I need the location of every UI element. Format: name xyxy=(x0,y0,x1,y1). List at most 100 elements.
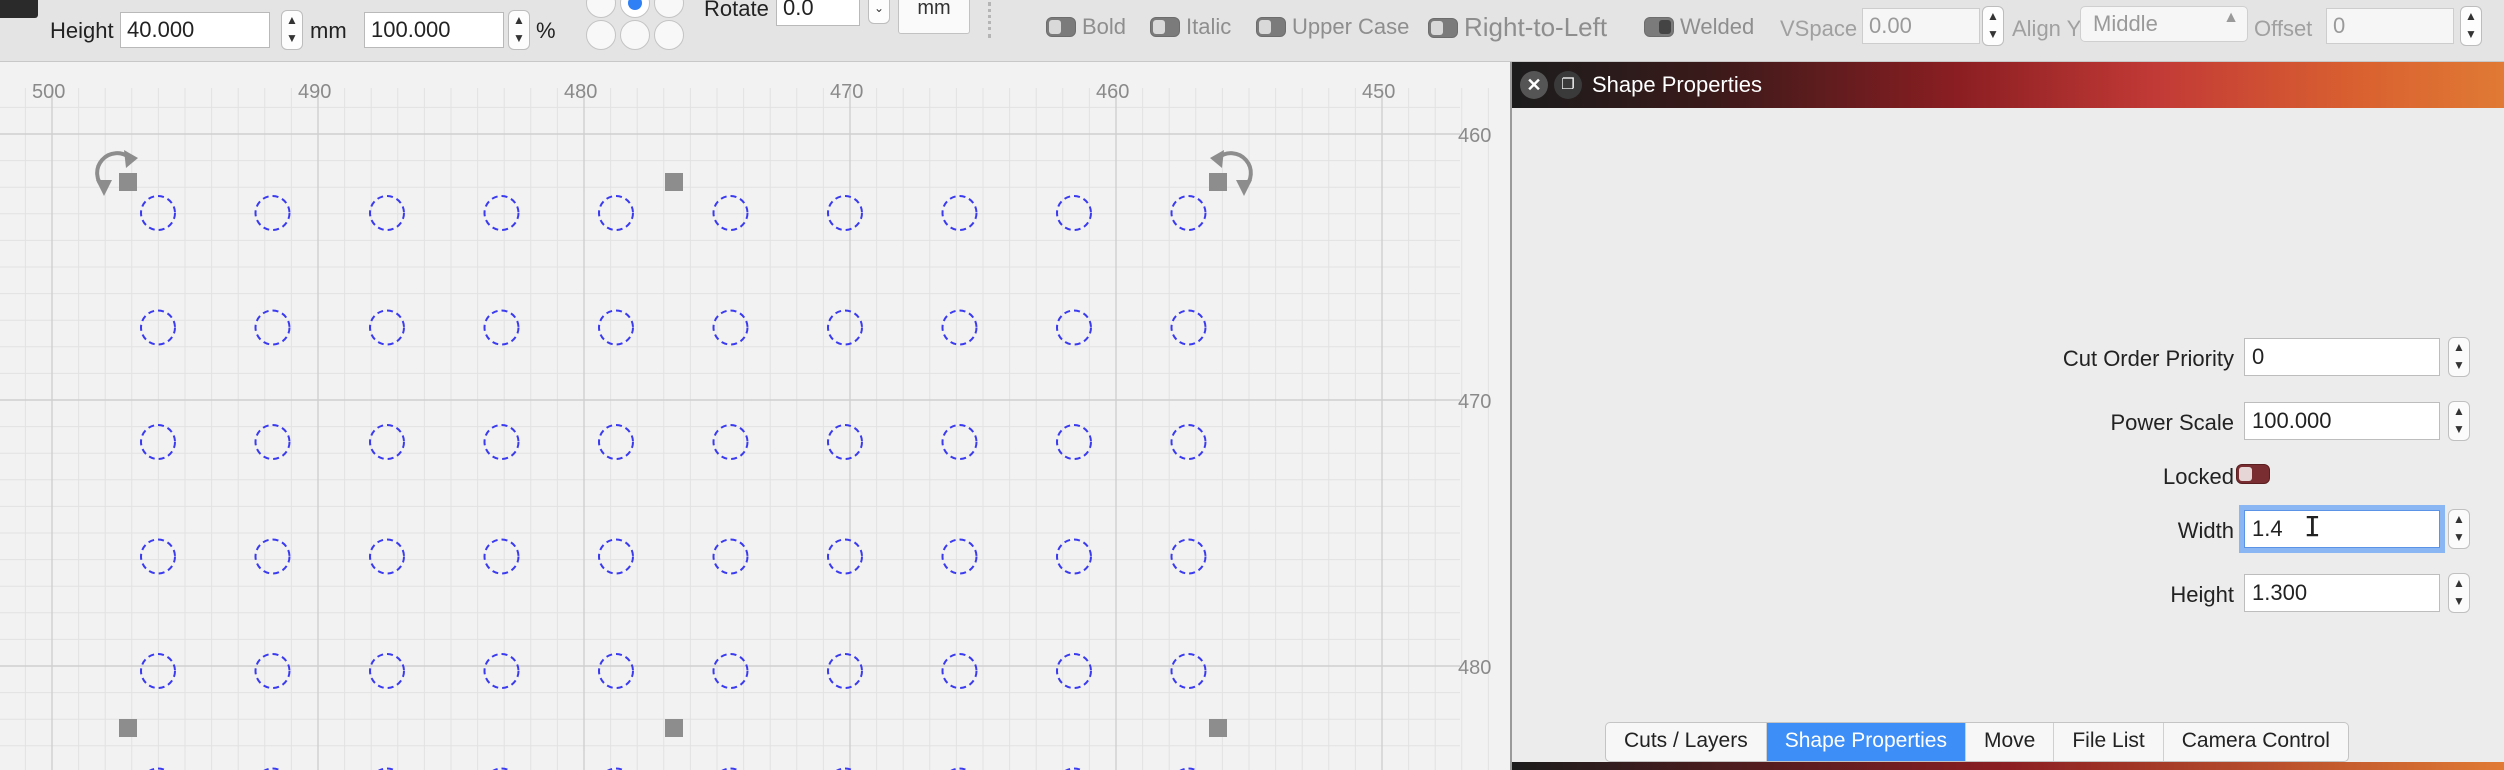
rotate-input[interactable] xyxy=(776,0,860,26)
rtl-toggle[interactable]: Right-to-Left xyxy=(1428,12,1607,43)
height-input[interactable] xyxy=(2244,574,2440,612)
circle-shape[interactable] xyxy=(1056,309,1092,346)
tool-icon[interactable] xyxy=(0,0,38,18)
offset-stepper[interactable]: ▲ ▼ xyxy=(2460,6,2482,46)
circle-shape[interactable] xyxy=(1170,653,1207,689)
circle-shape[interactable] xyxy=(1170,424,1207,460)
aligny-select[interactable]: Middle ▲ xyxy=(2080,6,2248,42)
tab-file-list[interactable]: File List xyxy=(2054,723,2164,761)
major-grid xyxy=(0,88,1460,770)
anchor-top-left-button[interactable] xyxy=(586,0,616,18)
resize-handle[interactable] xyxy=(1209,173,1227,191)
circle-shape[interactable] xyxy=(369,538,405,575)
circle-shape[interactable] xyxy=(827,653,863,689)
locked-toggle[interactable] xyxy=(2236,464,2270,484)
rotate-dropdown[interactable]: ⌄ xyxy=(868,0,890,24)
aligny-value: Middle xyxy=(2093,11,2158,36)
unit-button[interactable]: mm xyxy=(898,0,970,34)
circle-shape[interactable] xyxy=(598,309,634,346)
circle-shape[interactable] xyxy=(483,653,520,689)
circle-shape[interactable] xyxy=(827,424,863,460)
circle-shape[interactable] xyxy=(254,653,291,689)
tab-cuts-layers[interactable]: Cuts / Layers xyxy=(1606,723,1767,761)
width-stepper[interactable]: ▲ ▼ xyxy=(2448,509,2470,549)
vspace-stepper[interactable]: ▲ ▼ xyxy=(1982,6,2004,46)
circle-shape[interactable] xyxy=(941,195,978,231)
resize-handle[interactable] xyxy=(665,173,683,191)
scale-input[interactable] xyxy=(364,12,504,48)
uppercase-toggle[interactable]: Upper Case xyxy=(1256,14,1409,40)
height-input[interactable] xyxy=(120,12,270,48)
circle-shape[interactable] xyxy=(1056,653,1092,689)
circle-shape[interactable] xyxy=(712,653,749,689)
circle-shape[interactable] xyxy=(254,538,291,575)
design-canvas[interactable]: 500 490 480 470 460 450 460 470 480 xyxy=(0,62,1510,770)
canvas-drawing[interactable]: 500 490 480 470 460 450 460 470 480 xyxy=(0,62,1510,770)
circle-shape[interactable] xyxy=(598,653,634,689)
circle-shape[interactable] xyxy=(483,309,520,346)
resize-handle[interactable] xyxy=(1209,719,1227,737)
circle-shape[interactable] xyxy=(827,195,863,231)
width-input[interactable] xyxy=(2239,505,2445,553)
tab-camera-control[interactable]: Camera Control xyxy=(2164,723,2348,761)
panel-titlebar[interactable]: ✕ ❐ Shape Properties xyxy=(1512,62,2504,108)
cut-order-input[interactable] xyxy=(2244,338,2440,376)
circle-shape[interactable] xyxy=(1170,538,1207,575)
circle-shape[interactable] xyxy=(369,195,405,231)
circle-shape[interactable] xyxy=(598,538,634,575)
circle-shape[interactable] xyxy=(598,195,634,231)
circle-shape[interactable] xyxy=(369,653,405,689)
offset-input[interactable] xyxy=(2326,8,2454,44)
circle-shape[interactable] xyxy=(712,538,749,575)
vertical-ruler: 460 470 480 xyxy=(1458,125,1491,679)
circle-shape[interactable] xyxy=(369,309,405,346)
circle-shape[interactable] xyxy=(1170,195,1207,231)
italic-toggle[interactable]: Italic xyxy=(1150,14,1231,40)
circle-shape[interactable] xyxy=(941,424,978,460)
rotate-label: Rotate xyxy=(704,0,769,21)
bold-toggle[interactable]: Bold xyxy=(1046,14,1126,40)
circle-shape[interactable] xyxy=(712,309,749,346)
close-icon[interactable]: ✕ xyxy=(1520,71,1548,99)
tab-shape-properties[interactable]: Shape Properties xyxy=(1766,723,1966,761)
anchor-middle-right-button[interactable] xyxy=(654,20,684,50)
circle-shape[interactable] xyxy=(598,424,634,460)
height-stepper[interactable]: ▲ ▼ xyxy=(2448,573,2470,613)
float-window-icon[interactable]: ❐ xyxy=(1554,71,1582,99)
anchor-top-center-button[interactable] xyxy=(620,0,650,18)
welded-toggle[interactable]: Welded xyxy=(1644,14,1754,40)
circle-shape[interactable] xyxy=(712,195,749,231)
height-stepper[interactable]: ▲ ▼ xyxy=(281,10,303,50)
resize-handle[interactable] xyxy=(119,173,137,191)
shape-array[interactable] xyxy=(140,195,1207,770)
cut-order-stepper[interactable]: ▲ ▼ xyxy=(2448,337,2470,377)
vspace-input[interactable] xyxy=(1862,8,1980,44)
circle-shape[interactable] xyxy=(941,538,978,575)
circle-shape[interactable] xyxy=(369,424,405,460)
circle-shape[interactable] xyxy=(941,653,978,689)
circle-shape[interactable] xyxy=(712,424,749,460)
circle-shape[interactable] xyxy=(1056,424,1092,460)
circle-shape[interactable] xyxy=(483,195,520,231)
resize-handle[interactable] xyxy=(119,719,137,737)
power-scale-input[interactable] xyxy=(2244,402,2440,440)
circle-shape[interactable] xyxy=(254,195,291,231)
circle-shape[interactable] xyxy=(827,538,863,575)
tab-move[interactable]: Move xyxy=(1966,723,2055,761)
anchor-middle-left-button[interactable] xyxy=(586,20,616,50)
circle-shape[interactable] xyxy=(483,538,520,575)
anchor-top-right-button[interactable] xyxy=(654,0,684,18)
circle-shape[interactable] xyxy=(254,309,291,346)
anchor-center-button[interactable] xyxy=(620,20,650,50)
circle-shape[interactable] xyxy=(254,424,291,460)
circle-shape[interactable] xyxy=(1056,195,1092,231)
selection-handles[interactable] xyxy=(95,150,1253,737)
scale-stepper[interactable]: ▲ ▼ xyxy=(508,10,530,50)
resize-handle[interactable] xyxy=(665,719,683,737)
circle-shape[interactable] xyxy=(827,309,863,346)
circle-shape[interactable] xyxy=(1056,538,1092,575)
circle-shape[interactable] xyxy=(941,309,978,346)
circle-shape[interactable] xyxy=(1170,309,1207,346)
power-scale-stepper[interactable]: ▲ ▼ xyxy=(2448,401,2470,441)
circle-shape[interactable] xyxy=(483,424,520,460)
